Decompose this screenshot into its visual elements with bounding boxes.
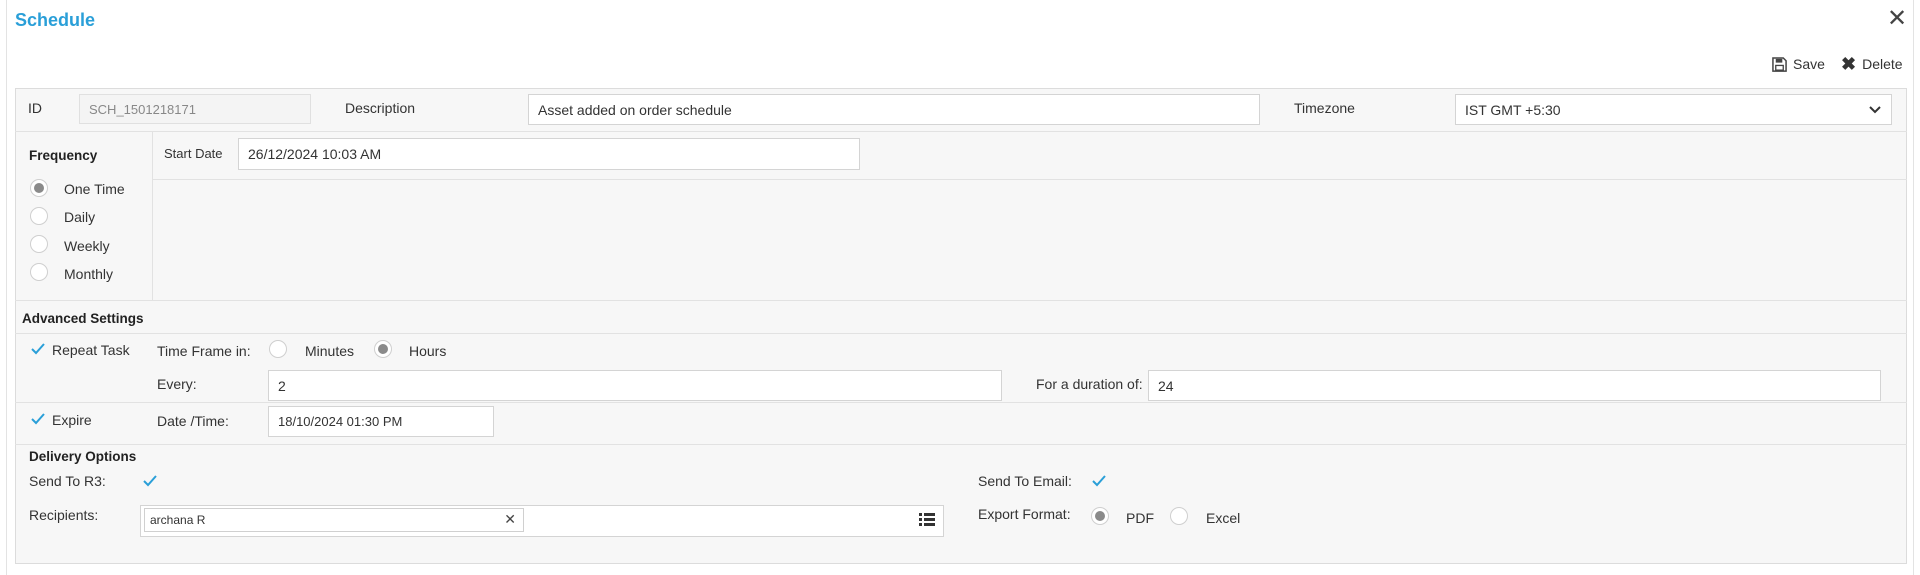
delivery-options-heading: Delivery Options [29,449,137,464]
frequency-monthly-radio[interactable] [30,263,48,281]
frequency-option-label: One Time [64,181,125,197]
delete-label: Delete [1862,56,1903,72]
divider [15,131,1907,132]
start-date-label: Start Date [164,146,223,161]
advanced-settings-heading: Advanced Settings [22,311,144,326]
repeat-task-checkbox[interactable] [29,340,47,358]
description-label: Description [345,100,416,116]
timeframe-label: Time Frame in: [157,343,251,359]
export-format-label: Export Format: [978,506,1071,522]
save-label: Save [1793,56,1825,72]
delete-button[interactable]: ✖ Delete [1841,54,1903,74]
recipients-label: Recipients: [29,507,99,523]
frequency-option-label: Daily [64,209,96,225]
recipient-name: archana R [150,513,206,527]
divider [15,444,1907,445]
divider [152,179,1907,180]
divider [15,300,1907,301]
export-pdf-radio[interactable] [1091,507,1109,525]
export-excel-radio[interactable] [1170,507,1188,525]
timeframe-hours-label: Hours [409,343,447,359]
frequency-heading: Frequency [29,148,98,163]
frequency-one-time-radio[interactable] [30,179,48,197]
datetime-label: Date /Time: [157,413,229,429]
send-email-checkbox[interactable] [1090,472,1108,490]
id-label: ID [28,100,42,116]
frequency-daily-radio[interactable] [30,207,48,225]
dialog-title: Schedule [15,10,96,30]
duration-label: For a duration of: [1036,376,1143,392]
divider [15,333,1907,334]
expire-checkbox[interactable] [29,410,47,428]
description-input[interactable]: Asset added on order schedule [528,94,1260,125]
id-field: SCH_1501218171 [79,94,311,124]
send-r3-checkbox[interactable] [141,472,159,490]
frequency-option-label: Monthly [64,266,114,282]
export-excel-label: Excel [1206,510,1241,526]
close-icon[interactable]: ✕ [1887,7,1907,31]
start-date-input[interactable]: 26/12/2024 10:03 AM [238,138,860,170]
timeframe-minutes-label: Minutes [305,343,355,359]
timezone-value: IST GMT +5:30 [1465,101,1561,118]
send-email-label: Send To Email: [978,473,1072,489]
timezone-select[interactable]: IST GMT +5:30 [1455,94,1892,125]
repeat-task-label: Repeat Task [52,342,130,358]
frequency-weekly-radio[interactable] [30,235,48,253]
timeframe-hours-radio[interactable] [374,340,392,358]
expire-label: Expire [52,412,92,428]
chevron-down-icon [1869,105,1881,113]
timezone-label: Timezone [1294,100,1355,116]
delete-icon: ✖ [1841,54,1857,74]
export-pdf-label: PDF [1126,510,1154,526]
remove-recipient-icon[interactable]: ✕ [504,511,516,528]
every-label: Every: [157,376,197,392]
timeframe-minutes-radio[interactable] [269,340,287,358]
list-icon[interactable] [919,513,935,527]
duration-input[interactable]: 24 [1148,370,1881,401]
floppy-disk-icon [1772,56,1787,72]
save-button[interactable]: Save [1772,56,1825,72]
frequency-option-label: Weekly [64,238,110,254]
every-input[interactable]: 2 [268,370,1002,401]
recipient-chip: archana R ✕ [144,508,524,532]
send-r3-label: Send To R3: [29,473,106,489]
divider [15,402,1907,403]
expire-datetime-input[interactable]: 18/10/2024 01:30 PM [268,406,494,437]
